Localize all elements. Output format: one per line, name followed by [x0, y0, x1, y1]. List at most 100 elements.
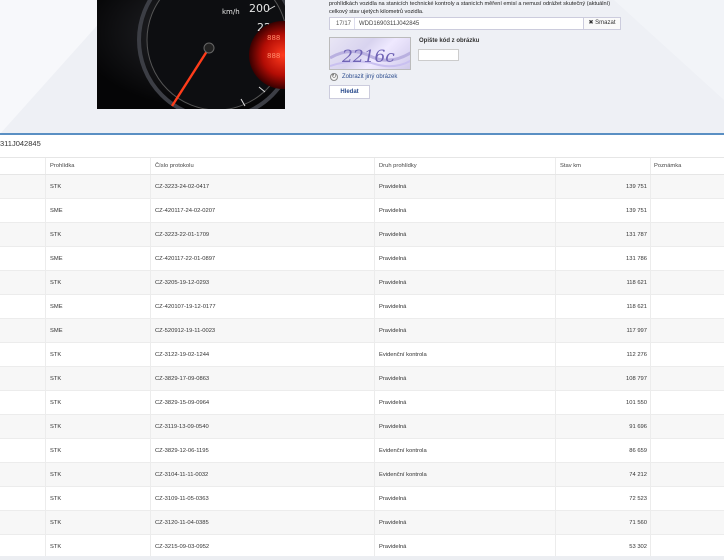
- column-divider: [150, 391, 151, 414]
- column-divider: [150, 223, 151, 246]
- column-divider: [150, 158, 151, 174]
- cell-kind: Evidenční kontrola: [379, 447, 427, 454]
- column-divider: [45, 487, 46, 510]
- table-row: STK CZ-3120-11-04-0385 Pravidelná 71 560: [0, 511, 724, 535]
- captcha-label: Opište kód z obrázku: [419, 38, 480, 44]
- table-row: STK CZ-3829-15-09-0964 Pravidelná 101 550: [0, 391, 724, 415]
- column-divider: [374, 463, 375, 486]
- captcha-input[interactable]: [418, 49, 459, 61]
- column-header-inspection[interactable]: Prohlídka: [50, 158, 75, 174]
- info-text: prohlídkách vozidla na stanicích technic…: [329, 1, 611, 15]
- cell-kind: Pravidelná: [379, 303, 407, 310]
- table-row: STK CZ-3104-11-11-0032 Evidenční kontrola 7…: [0, 463, 724, 487]
- cell-mileage: 112 276: [626, 351, 647, 358]
- cell-protocol: CZ-3829-17-09-0863: [155, 375, 210, 382]
- column-divider: [374, 319, 375, 342]
- column-divider: [650, 223, 651, 246]
- cell-mileage: 139 751: [626, 183, 647, 190]
- cell-kind: Evidenční kontrola: [379, 351, 427, 358]
- column-divider: [374, 391, 375, 414]
- cell-kind: Pravidelná: [379, 519, 407, 526]
- cell-inspection: STK: [50, 231, 62, 238]
- column-divider: [45, 223, 46, 246]
- column-divider: [650, 415, 651, 438]
- cell-mileage: 71 560: [629, 519, 647, 526]
- cell-inspection: STK: [50, 423, 62, 430]
- column-divider: [150, 295, 151, 318]
- cell-protocol: CZ-3215-09-03-0952: [155, 543, 210, 550]
- column-divider: [650, 158, 651, 174]
- column-divider: [150, 175, 151, 198]
- cell-kind: Pravidelná: [379, 543, 407, 550]
- clear-button-label: Smazat: [595, 20, 616, 26]
- column-divider: [650, 343, 651, 366]
- cell-kind: Pravidelná: [379, 375, 407, 382]
- clear-button[interactable]: ✖ Smazat: [583, 18, 620, 29]
- cell-inspection: STK: [50, 279, 62, 286]
- cell-mileage: 117 997: [626, 327, 647, 334]
- column-divider: [555, 415, 556, 438]
- results-table: Prohlídka Číslo protokolu Druh prohlídky…: [0, 157, 724, 559]
- cell-mileage: 86 659: [629, 447, 647, 454]
- cell-inspection: STK: [50, 447, 62, 454]
- cell-mileage: 101 550: [626, 399, 647, 406]
- column-divider: [650, 295, 651, 318]
- cell-protocol: CZ-3829-12-06-1195: [155, 447, 209, 454]
- cell-inspection: STK: [50, 471, 62, 478]
- column-divider: [150, 487, 151, 510]
- refresh-captcha-link[interactable]: Zobrazit jiný obrázek: [342, 74, 397, 80]
- cell-mileage: 118 621: [626, 303, 647, 310]
- column-header-kind[interactable]: Druh prohlídky: [379, 158, 417, 174]
- search-button[interactable]: Hledat: [329, 85, 370, 99]
- column-divider: [150, 247, 151, 270]
- column-divider: [374, 158, 375, 174]
- column-divider: [555, 439, 556, 462]
- cell-protocol: CZ-3122-19-02-1244: [155, 351, 210, 358]
- cell-inspection: SME: [50, 255, 63, 262]
- cell-mileage: 72 523: [629, 495, 647, 502]
- column-divider: [45, 415, 46, 438]
- column-divider: [650, 199, 651, 222]
- table-row: STK CZ-3119-13-09-0540 Pravidelná 91 696: [0, 415, 724, 439]
- table-row: STK CZ-3223-22-01-1709 Pravidelná 131 787: [0, 223, 724, 247]
- cell-protocol: CZ-3109-11-05-0363: [155, 495, 209, 502]
- refresh-icon[interactable]: ↻: [330, 73, 338, 81]
- column-divider: [45, 175, 46, 198]
- column-divider: [45, 391, 46, 414]
- column-divider: [650, 247, 651, 270]
- column-divider: [555, 199, 556, 222]
- table-row: STK CZ-3122-19-02-1244 Evidenční kontrola 1…: [0, 343, 724, 367]
- cell-mileage: 139 751: [626, 207, 647, 214]
- vin-input[interactable]: WDD1690311J042845: [359, 21, 419, 27]
- column-header-note[interactable]: Poznámka: [654, 158, 681, 174]
- table-row: SME CZ-420117-24-02-0207 Pravidelná 139 751: [0, 199, 724, 223]
- column-divider: [374, 175, 375, 198]
- column-divider: [650, 319, 651, 342]
- column-divider: [650, 535, 651, 558]
- cell-protocol: CZ-420117-22-01-0897: [155, 255, 216, 262]
- table-row: SME CZ-420107-19-12-0177 Pravidelná 118 621: [0, 295, 724, 319]
- cell-protocol: CZ-420107-19-12-0177: [155, 303, 216, 310]
- header-banner: 200 220 240 260 km/h 888 888 prohlídkách…: [0, 0, 724, 134]
- column-divider: [650, 271, 651, 294]
- svg-text:888: 888: [267, 34, 280, 42]
- cell-mileage: 108 797: [626, 375, 647, 382]
- column-divider: [150, 367, 151, 390]
- table-body: STK CZ-3223-24-02-0417 Pravidelná 139 751 SM…: [0, 175, 724, 559]
- vin-char-counter: 17/17: [336, 21, 352, 27]
- results-vin-title: 311J042845: [0, 139, 41, 148]
- column-header-protocol[interactable]: Číslo protokolu: [155, 158, 194, 174]
- column-header-mileage[interactable]: Stav km: [560, 158, 647, 174]
- column-divider: [555, 319, 556, 342]
- vin-field[interactable]: 17/17 WDD1690311J042845 ✖ Smazat: [329, 17, 621, 30]
- column-divider: [45, 511, 46, 534]
- column-divider: [150, 199, 151, 222]
- x-icon: ✖: [588, 20, 594, 26]
- cell-kind: Pravidelná: [379, 495, 407, 502]
- cell-mileage: 53 302: [629, 543, 647, 550]
- cell-inspection: STK: [50, 399, 62, 406]
- column-divider: [45, 439, 46, 462]
- column-divider: [150, 511, 151, 534]
- cell-protocol: CZ-3104-11-11-0032: [155, 471, 209, 478]
- vin-divider: [354, 18, 355, 29]
